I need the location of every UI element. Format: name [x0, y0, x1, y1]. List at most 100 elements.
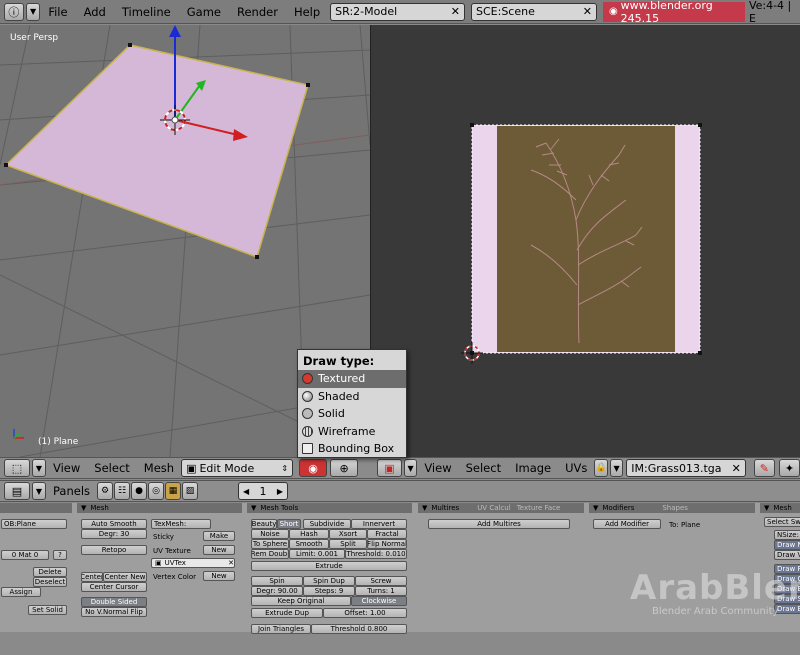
auto-smooth-toggle[interactable]: Auto Smooth	[81, 519, 147, 529]
hash-button[interactable]: Hash	[289, 529, 329, 539]
screw-button[interactable]: Screw	[355, 576, 407, 586]
collapse-menu-button[interactable]: ▼	[25, 2, 41, 21]
assign-button[interactable]: Assign	[1, 587, 41, 597]
close-icon[interactable]: ✕	[583, 5, 592, 18]
retopo-toggle[interactable]: Retopo	[81, 545, 147, 555]
object-name-field[interactable]: OB:Plane	[1, 519, 67, 529]
draw-type-wireframe[interactable]: Wireframe	[298, 423, 406, 441]
menu-uvs[interactable]: UVs	[558, 461, 594, 475]
deselect-button[interactable]: Deselect	[33, 577, 67, 587]
collapse-menu-button[interactable]: ▼	[32, 459, 46, 477]
subdivide-button[interactable]: Subdivide	[303, 519, 351, 529]
script-context-button[interactable]: ☷	[114, 482, 131, 500]
add-modifier-button[interactable]: Add Modifier	[593, 519, 661, 529]
panel-collapse-icon[interactable]: ▼	[251, 504, 256, 512]
collapse-menu-button[interactable]: ▼	[32, 482, 46, 500]
draw-type-shaded[interactable]: Shaded	[298, 388, 406, 406]
close-icon[interactable]: ✕	[732, 462, 741, 475]
sticky-make-button[interactable]: Make	[203, 531, 235, 541]
join-threshold-field[interactable]: Threshold 0.800	[311, 624, 407, 634]
image-editor-type-button[interactable]: ▣	[377, 459, 402, 477]
close-icon[interactable]: ✕	[228, 559, 234, 567]
center-new-button[interactable]: Center New	[103, 572, 147, 582]
menu-help[interactable]: Help	[286, 5, 328, 19]
lock-button[interactable]: 🔒	[594, 459, 608, 477]
offset-field[interactable]: Offset: 1.00	[323, 608, 407, 618]
spin-dup-button[interactable]: Spin Dup	[303, 576, 355, 586]
pin-button[interactable]: ✎	[753, 459, 775, 477]
double-sided-toggle[interactable]: Double Sided	[81, 597, 147, 607]
mesh-plane[interactable]	[4, 44, 309, 258]
draw-vertex-normals-toggle[interactable]: Draw VN	[774, 550, 800, 560]
turns-field[interactable]: Turns: 1	[355, 586, 407, 596]
menu-render[interactable]: Render	[229, 5, 286, 19]
material-index-field[interactable]: 0 Mat 0	[1, 550, 49, 560]
center-cursor-button[interactable]: Center Cursor	[81, 582, 147, 592]
spin-degree-field[interactable]: Degr: 90.00	[251, 586, 303, 596]
draw-type-button[interactable]: ◉	[299, 459, 328, 477]
object-context-button[interactable]: ◎	[148, 482, 165, 500]
panel-collapse-icon[interactable]: ▼	[593, 504, 598, 512]
beauty-toggle[interactable]: Beauty	[251, 519, 277, 529]
draw-type-solid[interactable]: Solid	[298, 405, 406, 423]
center-button[interactable]: Center	[81, 572, 103, 582]
steps-field[interactable]: Steps: 9	[303, 586, 355, 596]
sync-button[interactable]: ✦	[778, 459, 800, 477]
draw-normals-toggle[interactable]: Draw N	[774, 540, 800, 550]
uv-image-canvas[interactable]	[371, 25, 800, 457]
noise-button[interactable]: Noise	[251, 529, 289, 539]
texmesh-field[interactable]: TexMesh:	[151, 519, 211, 529]
menu-select[interactable]: Select	[459, 461, 508, 475]
info-window-type-button[interactable]: ⓘ	[4, 2, 24, 21]
editing-context-button[interactable]: ▦	[165, 482, 182, 500]
checkbox-icon[interactable]: ▣	[155, 559, 162, 567]
3d-view-type-button[interactable]: ⬚	[4, 459, 30, 477]
tab-uv-calculation[interactable]: UV Calcul	[477, 504, 511, 512]
draw-type-bounding-box[interactable]: Bounding Box	[298, 440, 406, 458]
innervert-button[interactable]: Innervert	[351, 519, 407, 529]
panel-collapse-icon[interactable]: ▼	[764, 504, 769, 512]
uv-image-editor[interactable]	[371, 25, 800, 457]
logic-context-button[interactable]: ⚙	[97, 482, 114, 500]
frame-number-field[interactable]: ◀ 1 ▶	[238, 482, 289, 500]
uv-texture-new-button[interactable]: New	[203, 545, 235, 555]
set-solid-button[interactable]: Set Solid	[28, 605, 67, 615]
menu-view[interactable]: View	[417, 461, 458, 475]
smooth-button[interactable]: Smooth	[289, 539, 329, 549]
split-button[interactable]: Split	[329, 539, 367, 549]
scene-context-button[interactable]: ▨	[182, 482, 199, 500]
clockwise-toggle[interactable]: Clockwise	[351, 596, 407, 606]
fractal-button[interactable]: Fractal	[367, 529, 407, 539]
mode-selector[interactable]: ▣ Edit Mode ⇕	[181, 459, 294, 477]
scene-selector[interactable]: SCE:Scene ✕	[471, 2, 597, 21]
menu-file[interactable]: File	[40, 5, 75, 19]
menu-view[interactable]: View	[46, 461, 87, 475]
remove-doubles-button[interactable]: Rem Doubl	[251, 549, 289, 559]
menu-image[interactable]: Image	[508, 461, 558, 475]
image-selector[interactable]: IM:Grass013.tga ✕	[626, 459, 746, 477]
threshold-field[interactable]: Threshold: 0.010	[345, 549, 407, 559]
screen-selector[interactable]: SR:2-Model ✕	[330, 2, 465, 21]
extrude-button[interactable]: Extrude	[251, 561, 407, 571]
pivot-button[interactable]: ⊕	[330, 459, 359, 477]
xsort-button[interactable]: Xsort	[329, 529, 367, 539]
join-triangles-button[interactable]: Join Triangles	[251, 624, 311, 634]
menu-add[interactable]: Add	[76, 5, 114, 19]
tab-texture-face[interactable]: Texture Face	[517, 504, 561, 512]
menu-select[interactable]: Select	[87, 461, 136, 475]
panel-collapse-icon[interactable]: ▼	[422, 504, 427, 512]
draw-type-textured[interactable]: Textured	[298, 370, 406, 388]
smooth-degree-field[interactable]: Degr: 30	[81, 529, 147, 539]
extrude-dup-button[interactable]: Extrude Dup	[251, 608, 323, 618]
short-toggle[interactable]: Short	[277, 519, 301, 529]
tab-shapes[interactable]: Shapes	[662, 504, 688, 512]
no-vnormal-flip-toggle[interactable]: No V.Normal Flip	[81, 607, 147, 617]
shading-context-button[interactable]: ●	[131, 482, 148, 500]
browse-image-button[interactable]: ▼	[609, 459, 624, 477]
buttons-window-type-button[interactable]: ▤	[4, 482, 30, 500]
menu-mesh[interactable]: Mesh	[137, 461, 181, 475]
menu-game[interactable]: Game	[179, 5, 229, 19]
select-swap-button[interactable]: Select Sw	[764, 517, 800, 527]
to-sphere-button[interactable]: To Sphere	[251, 539, 289, 549]
spin-button[interactable]: Spin	[251, 576, 303, 586]
